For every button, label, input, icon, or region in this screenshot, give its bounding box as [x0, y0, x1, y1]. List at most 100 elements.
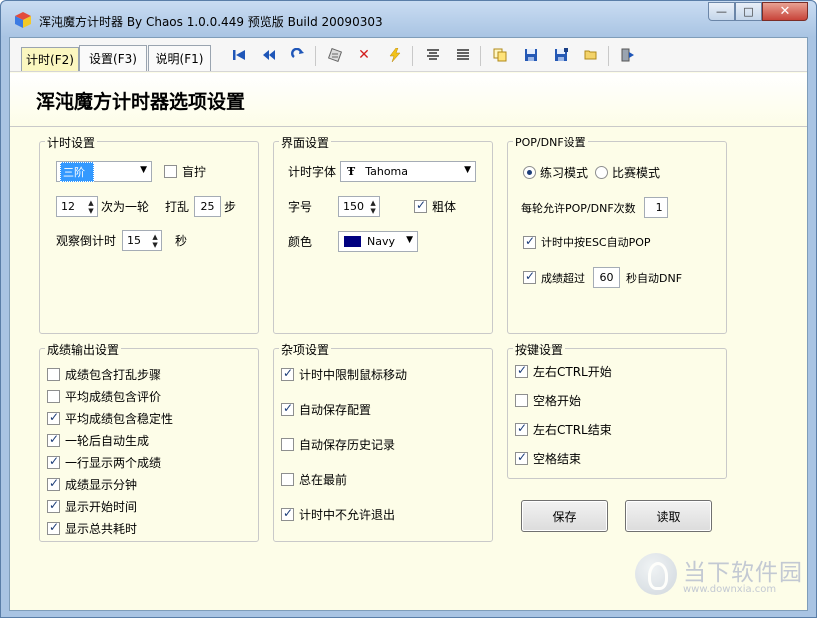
option-checkbox[interactable] — [47, 432, 60, 447]
align-lines-icon[interactable] — [425, 47, 441, 63]
list-item[interactable]: 显示总共耗时 — [47, 520, 137, 537]
window-controls: — □ ✕ — [708, 2, 808, 21]
color-swatch — [344, 236, 362, 247]
open-folder-icon[interactable] — [583, 47, 599, 63]
option-label: 自动保存历史记录 — [299, 438, 396, 452]
list-item[interactable]: 自动保存历史记录 — [281, 436, 395, 453]
lightning-icon[interactable] — [387, 47, 403, 63]
list-item[interactable]: 左右CTRL开始 — [515, 363, 612, 380]
copy-icon[interactable] — [492, 47, 508, 63]
list-item[interactable]: 总在最前 — [281, 471, 347, 488]
font-select[interactable]: Ŧ Tahoma ▼ — [340, 161, 477, 182]
save-button[interactable]: 保存 — [521, 500, 608, 532]
option-checkbox[interactable] — [47, 520, 60, 535]
pop-count-input[interactable]: 1 — [643, 197, 668, 218]
delete-icon[interactable]: ✕ — [356, 47, 372, 63]
toolbar-separator — [608, 46, 609, 66]
downxia-logo-icon — [635, 553, 677, 595]
inspection-stepper[interactable]: 15 ▲ ▼ — [122, 230, 163, 251]
list-item[interactable]: 计时中不允许退出 — [281, 506, 395, 523]
scramble-icon[interactable] — [327, 47, 343, 63]
exit-icon[interactable] — [620, 47, 636, 63]
option-checkbox[interactable] — [47, 454, 60, 469]
option-label: 显示开始时间 — [65, 500, 138, 514]
rounds-stepper[interactable]: 12 ▲ ▼ — [56, 196, 98, 217]
option-checkbox[interactable] — [515, 363, 528, 378]
group-title: 界面设置 — [279, 134, 332, 151]
list-item[interactable]: 成绩包含打乱步骤 — [47, 366, 161, 383]
option-checkbox[interactable] — [47, 498, 60, 513]
toolbar-separator — [480, 46, 481, 66]
option-label: 计时中限制鼠标移动 — [299, 368, 408, 382]
save-as-icon[interactable] — [553, 47, 569, 63]
tab-help[interactable]: 说明(F1) — [148, 45, 211, 71]
save-icon[interactable] — [523, 47, 539, 63]
bold-checkbox[interactable] — [414, 198, 428, 213]
list-item[interactable]: 计时中限制鼠标移动 — [281, 366, 407, 383]
truetype-font-icon: Ŧ — [347, 165, 356, 178]
option-label: 一轮后自动生成 — [65, 434, 150, 448]
option-checkbox[interactable] — [47, 410, 60, 425]
list-item[interactable]: 成绩显示分钟 — [47, 476, 137, 493]
tab-settings[interactable]: 设置(F3) — [79, 45, 147, 71]
output-settings-group: 成绩输出设置 成绩包含打乱步骤平均成绩包含评价平均成绩包含稳定性一轮后自动生成一… — [39, 341, 259, 542]
list-lines-icon[interactable] — [455, 47, 471, 63]
tab-timer[interactable]: 计时(F2) — [21, 47, 79, 71]
option-checkbox[interactable] — [47, 390, 60, 403]
option-checkbox[interactable] — [281, 473, 294, 486]
app-window: 浑沌魔方计时器 By Chaos 1.0.0.449 预览版 Build 200… — [0, 0, 817, 618]
option-checkbox[interactable] — [281, 506, 294, 521]
redo-icon[interactable] — [290, 47, 306, 63]
list-item[interactable]: 一行显示两个成绩 — [47, 454, 161, 471]
rewind-icon[interactable] — [261, 47, 277, 63]
stepper-arrows-icon: ▲ ▼ — [370, 198, 376, 215]
option-label: 空格开始 — [533, 394, 582, 408]
page-title: 浑沌魔方计时器选项设置 — [36, 91, 246, 113]
scramble-length-input[interactable]: 25 — [194, 196, 222, 217]
option-checkbox[interactable] — [47, 368, 60, 381]
close-button[interactable]: ✕ — [762, 2, 808, 21]
watermark: 当下软件园 www.downxia.com — [635, 553, 805, 603]
blind-checkbox[interactable] — [164, 165, 177, 178]
option-label: 自动保存配置 — [299, 403, 372, 417]
chevron-down-icon: ▼ — [464, 165, 472, 175]
list-item[interactable]: 左右CTRL结束 — [515, 421, 612, 438]
option-label: 显示总共耗时 — [65, 522, 138, 536]
window-title: 浑沌魔方计时器 By Chaos 1.0.0.449 预览版 Build 200… — [39, 15, 383, 29]
list-item[interactable]: 一轮后自动生成 — [47, 432, 149, 449]
option-checkbox[interactable] — [515, 421, 528, 436]
minimize-button[interactable]: — — [708, 2, 735, 21]
maximize-button[interactable]: □ — [735, 2, 762, 21]
font-size-stepper[interactable]: 150 ▲ ▼ — [338, 196, 381, 217]
load-button[interactable]: 读取 — [625, 500, 712, 532]
competition-mode-radio[interactable] — [595, 166, 609, 179]
option-label: 平均成绩包含稳定性 — [65, 412, 174, 426]
option-label: 成绩显示分钟 — [65, 478, 138, 492]
esc-pop-checkbox[interactable] — [523, 234, 536, 249]
skip-to-start-icon[interactable] — [231, 47, 247, 63]
list-item[interactable]: 平均成绩包含评价 — [47, 388, 161, 405]
option-checkbox[interactable] — [281, 401, 294, 416]
option-checkbox[interactable] — [281, 366, 294, 381]
list-item[interactable]: 空格结束 — [515, 450, 581, 467]
practice-mode-radio[interactable] — [523, 166, 536, 179]
puzzle-select[interactable]: 三阶 ▼ — [56, 161, 152, 182]
option-checkbox[interactable] — [515, 394, 528, 407]
watermark-text: 当下软件园 — [683, 560, 803, 586]
auto-dnf-checkbox[interactable] — [523, 269, 536, 284]
list-item[interactable]: 平均成绩包含稳定性 — [47, 410, 173, 427]
cube-app-icon — [15, 12, 31, 28]
color-select[interactable]: Navy ▼ — [338, 231, 419, 252]
list-item[interactable]: 自动保存配置 — [281, 401, 371, 418]
option-checkbox[interactable] — [515, 450, 528, 465]
option-label: 左右CTRL结束 — [533, 423, 612, 437]
pop-dnf-settings-group: POP/DNF设置 练习模式 比赛模式 每轮允许POP/DNF次数 1 计时中按… — [507, 134, 727, 334]
option-checkbox[interactable] — [47, 476, 60, 491]
stepper-arrows-icon: ▲ ▼ — [88, 198, 94, 215]
option-checkbox[interactable] — [281, 438, 294, 451]
title-bar[interactable]: 浑沌魔方计时器 By Chaos 1.0.0.449 预览版 Build 200… — [1, 1, 816, 37]
list-item[interactable]: 空格开始 — [515, 392, 581, 409]
group-title: 按键设置 — [513, 341, 566, 358]
auto-dnf-seconds-input[interactable]: 60 — [593, 267, 620, 288]
list-item[interactable]: 显示开始时间 — [47, 498, 137, 515]
